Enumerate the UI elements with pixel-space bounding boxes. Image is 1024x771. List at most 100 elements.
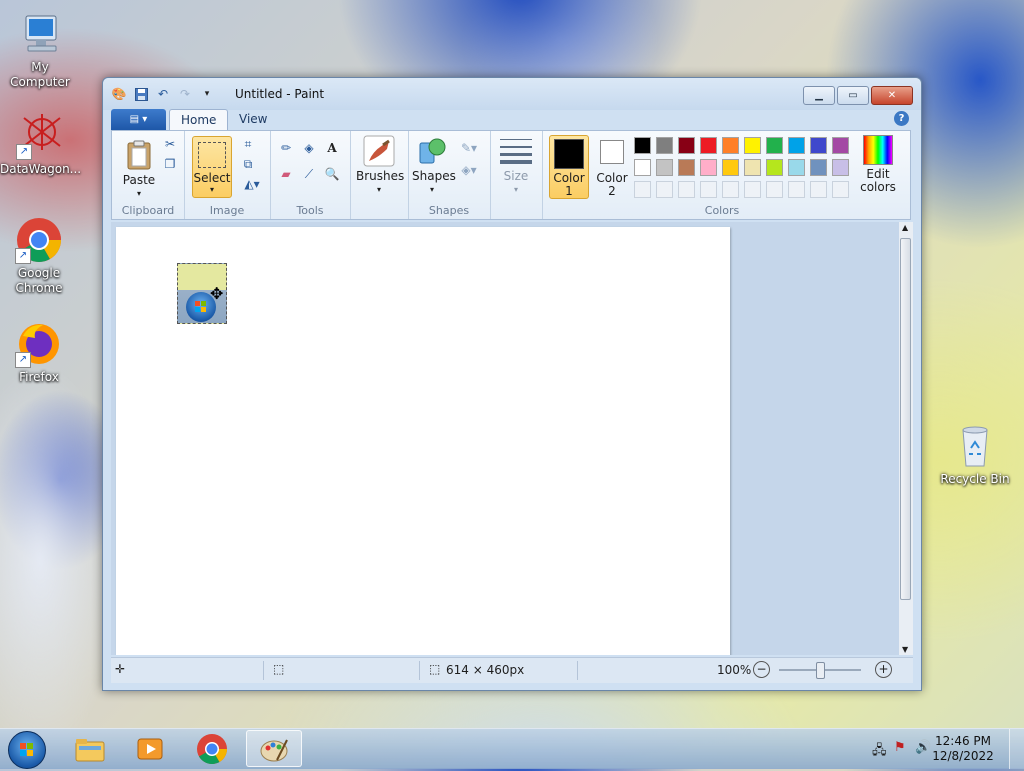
palette-swatch[interactable]	[722, 159, 739, 176]
undo-icon[interactable]: ↶	[155, 86, 171, 102]
palette-swatch[interactable]	[744, 137, 761, 154]
palette-swatch[interactable]	[788, 159, 805, 176]
palette-swatch[interactable]	[700, 159, 717, 176]
palette-swatch[interactable]	[634, 137, 651, 154]
pasted-selection[interactable]: ✥	[177, 263, 227, 324]
edit-colors-button[interactable]: Edit colors	[858, 135, 898, 194]
shapes-icon	[416, 135, 448, 167]
palette-swatch[interactable]	[722, 181, 739, 198]
show-desktop-button[interactable]	[1009, 729, 1024, 769]
palette-swatch[interactable]	[656, 181, 673, 198]
paint-app-icon[interactable]: 🎨	[111, 86, 127, 102]
maximize-button[interactable]: ▭	[837, 86, 869, 105]
size-button[interactable]: Size ▾	[496, 135, 536, 196]
eraser-icon[interactable]: ▰	[276, 165, 296, 183]
close-button[interactable]: ✕	[871, 86, 913, 105]
zoom-out-button[interactable]: −	[753, 661, 770, 678]
vertical-scrollbar[interactable]: ▲ ▼	[899, 222, 913, 655]
outline-icon[interactable]: ✎▾	[456, 139, 482, 157]
copy-icon[interactable]: ❐	[160, 155, 180, 173]
palette-swatch[interactable]	[810, 181, 827, 198]
desktop-icon-recycle-bin[interactable]: Recycle Bin	[935, 422, 1015, 487]
help-icon[interactable]: ?	[894, 111, 909, 126]
tab-home[interactable]: Home	[169, 109, 229, 131]
text-icon[interactable]: A	[322, 139, 342, 157]
drawing-canvas[interactable]: ✥	[116, 227, 730, 655]
shortcut-arrow-icon: ↗	[15, 352, 31, 368]
scroll-down-icon[interactable]: ▼	[902, 645, 908, 654]
shapes-button[interactable]: Shapes ▾	[412, 135, 456, 196]
status-separator	[419, 661, 420, 680]
palette-swatch[interactable]	[700, 181, 717, 198]
palette-swatch[interactable]	[744, 181, 761, 198]
palette-swatch[interactable]	[634, 181, 651, 198]
color2-button[interactable]: Color 2	[593, 135, 631, 199]
zoom-level: 100%	[717, 663, 752, 677]
palette-swatch[interactable]	[766, 137, 783, 154]
select-button[interactable]: Select ▾	[192, 136, 232, 198]
computer-icon	[16, 10, 64, 58]
brushes-button[interactable]: Brushes ▾	[356, 135, 404, 196]
palette-swatch[interactable]	[678, 137, 695, 154]
palette-swatch[interactable]	[832, 181, 849, 198]
taskbar-paint[interactable]	[246, 730, 302, 767]
palette-swatch[interactable]	[656, 137, 673, 154]
taskbar-explorer[interactable]	[62, 730, 118, 767]
palette-swatch[interactable]	[810, 159, 827, 176]
palette-swatch[interactable]	[656, 159, 673, 176]
rotate-icon[interactable]: ◭▾	[238, 175, 266, 193]
palette-swatch[interactable]	[678, 159, 695, 176]
select-label: Select	[193, 171, 231, 185]
palette-swatch[interactable]	[634, 159, 651, 176]
palette-swatch[interactable]	[744, 159, 761, 176]
palette-swatch[interactable]	[810, 137, 827, 154]
crop-icon[interactable]: ⌗	[238, 135, 258, 153]
scrollbar-thumb[interactable]	[900, 238, 911, 600]
network-icon[interactable]: 🖧	[872, 741, 887, 763]
paste-icon	[123, 139, 155, 171]
action-center-icon[interactable]: ⚑	[894, 740, 906, 755]
cut-icon[interactable]: ✂	[160, 135, 180, 153]
palette-swatch[interactable]	[766, 181, 783, 198]
taskbar-media-player[interactable]	[122, 730, 178, 767]
shapes-dropdown-icon: ▾	[429, 185, 434, 194]
customize-qat-icon[interactable]: ▾	[199, 86, 215, 102]
desktop-icon-google-chrome[interactable]: ↗ Google Chrome	[0, 216, 79, 296]
minimize-button[interactable]: ▁	[803, 86, 835, 105]
desktop-icon-my-computer[interactable]: My Computer	[0, 10, 80, 90]
tools-group: ✏ ◈ A ▰ ⟋ 🔍 Tools	[270, 131, 351, 219]
zoom-in-button[interactable]: +	[875, 661, 892, 678]
palette-swatch[interactable]	[678, 181, 695, 198]
redo-icon[interactable]: ↷	[177, 86, 193, 102]
palette-swatch[interactable]	[766, 159, 783, 176]
fill-shape-icon[interactable]: ◈▾	[456, 161, 482, 179]
palette-swatch[interactable]	[832, 159, 849, 176]
color1-button[interactable]: Color 1	[549, 135, 589, 199]
palette-swatch[interactable]	[832, 137, 849, 154]
resize-icon[interactable]: ⧉	[238, 155, 258, 173]
canvas-size-icon: ⬚	[429, 662, 441, 676]
tab-view[interactable]: View	[228, 109, 278, 130]
paint-icon	[260, 739, 288, 761]
palette-swatch[interactable]	[788, 181, 805, 198]
palette-swatch[interactable]	[788, 137, 805, 154]
fill-icon[interactable]: ◈	[299, 139, 319, 157]
save-icon[interactable]	[133, 86, 149, 102]
paint-menu-button[interactable]: ▤ ▾	[111, 109, 166, 130]
pencil-icon[interactable]: ✏	[276, 139, 296, 157]
color-picker-icon[interactable]: ⟋	[299, 165, 319, 183]
size-label: Size	[503, 169, 529, 183]
desktop-icon-datawagon[interactable]: ↗ DataWagon...	[0, 112, 81, 177]
palette-swatch[interactable]	[722, 137, 739, 154]
paste-button[interactable]: Paste ▾	[118, 139, 160, 200]
desktop-icon-firefox[interactable]: ↗ Firefox	[0, 320, 79, 385]
palette-swatch[interactable]	[700, 137, 717, 154]
magnifier-icon[interactable]: 🔍	[322, 165, 342, 183]
folder-icon	[75, 738, 105, 761]
clock[interactable]: 12:46 PM 12/8/2022	[928, 734, 998, 764]
scroll-up-icon[interactable]: ▲	[902, 223, 908, 232]
taskbar-chrome[interactable]	[184, 730, 240, 767]
start-button[interactable]	[8, 731, 46, 769]
title-bar[interactable]: 🎨 ↶ ↷ ▾ Untitled - Paint ▁ ▭ ✕	[103, 78, 921, 110]
zoom-slider-thumb[interactable]	[816, 662, 825, 679]
